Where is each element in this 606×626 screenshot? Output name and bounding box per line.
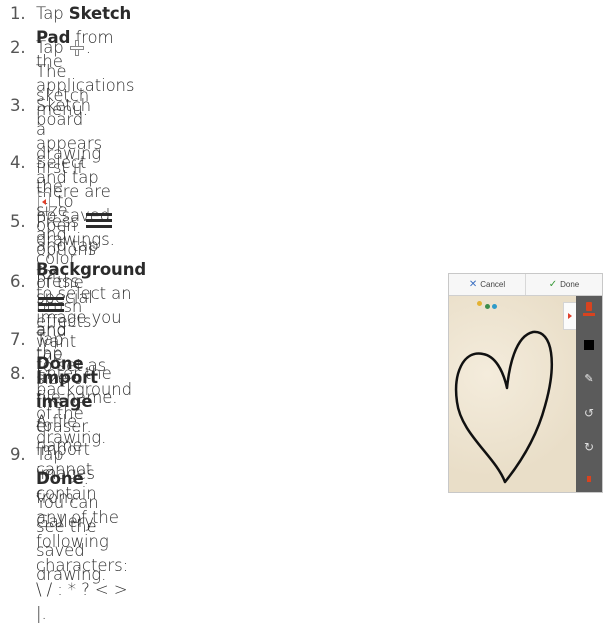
plus-icon <box>69 39 84 56</box>
step-number: 4. <box>10 153 26 172</box>
x-icon: ✕ <box>468 278 478 290</box>
sketch-pad-screenshot: ✕ Cancel ✓ Done ✎ ↺ ↻ <box>448 273 603 493</box>
step-number: 5. <box>10 212 26 231</box>
step-number: 8. <box>10 364 26 383</box>
color-swatch-icon[interactable] <box>576 340 602 352</box>
action-bar: ✕ Cancel ✓ Done <box>449 274 602 296</box>
done-label: Done <box>560 280 580 289</box>
step-number: 6. <box>10 272 26 291</box>
heart-stroke <box>454 330 553 484</box>
cancel-button[interactable]: ✕ Cancel <box>449 274 525 295</box>
step-text: Tap Done. You can see the saved drawing. <box>36 445 107 584</box>
undo-icon[interactable]: ↺ <box>576 406 602 420</box>
step-number: 9. <box>10 445 26 464</box>
redo-icon[interactable]: ↻ <box>576 440 602 454</box>
done-button[interactable]: ✓ Done <box>525 274 602 295</box>
step-number: 7. <box>10 330 26 349</box>
menu-icon <box>86 212 113 229</box>
tool-strip: ✎ ↺ ↻ <box>576 296 602 492</box>
eraser-icon[interactable]: ✎ <box>576 372 602 386</box>
step-number: 1. <box>10 4 26 23</box>
brush-icon[interactable] <box>576 302 602 322</box>
cancel-label: Cancel <box>480 280 506 289</box>
more-tool-icon[interactable] <box>576 474 602 486</box>
step-number: 3. <box>10 96 26 115</box>
menu-icon <box>38 296 64 313</box>
done-option: Done <box>36 469 84 488</box>
check-icon: ✓ <box>548 278 558 290</box>
heart-drawing <box>454 330 553 484</box>
step-number: 2. <box>10 38 26 57</box>
side-tab-arrow-icon[interactable] <box>563 302 576 330</box>
